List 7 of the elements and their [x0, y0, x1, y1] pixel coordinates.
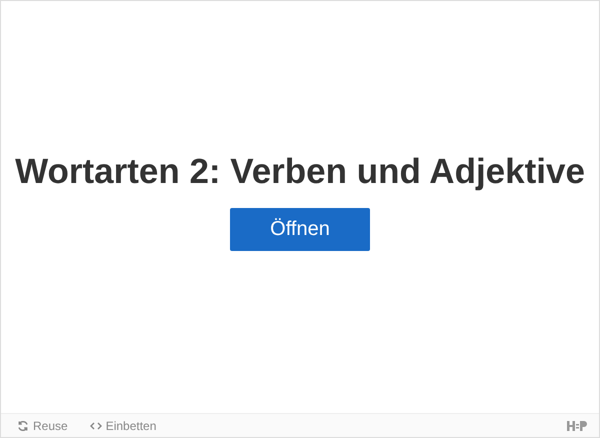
refresh-icon	[17, 420, 29, 432]
open-button[interactable]: Öffnen	[230, 208, 370, 250]
embed-button[interactable]: Einbetten	[90, 418, 156, 432]
code-icon	[90, 420, 102, 430]
logo-icon	[567, 420, 587, 430]
content-title: Wortarten 2: Verben und Adjektive	[15, 152, 585, 192]
reuse-button[interactable]: Reuse	[17, 418, 68, 432]
